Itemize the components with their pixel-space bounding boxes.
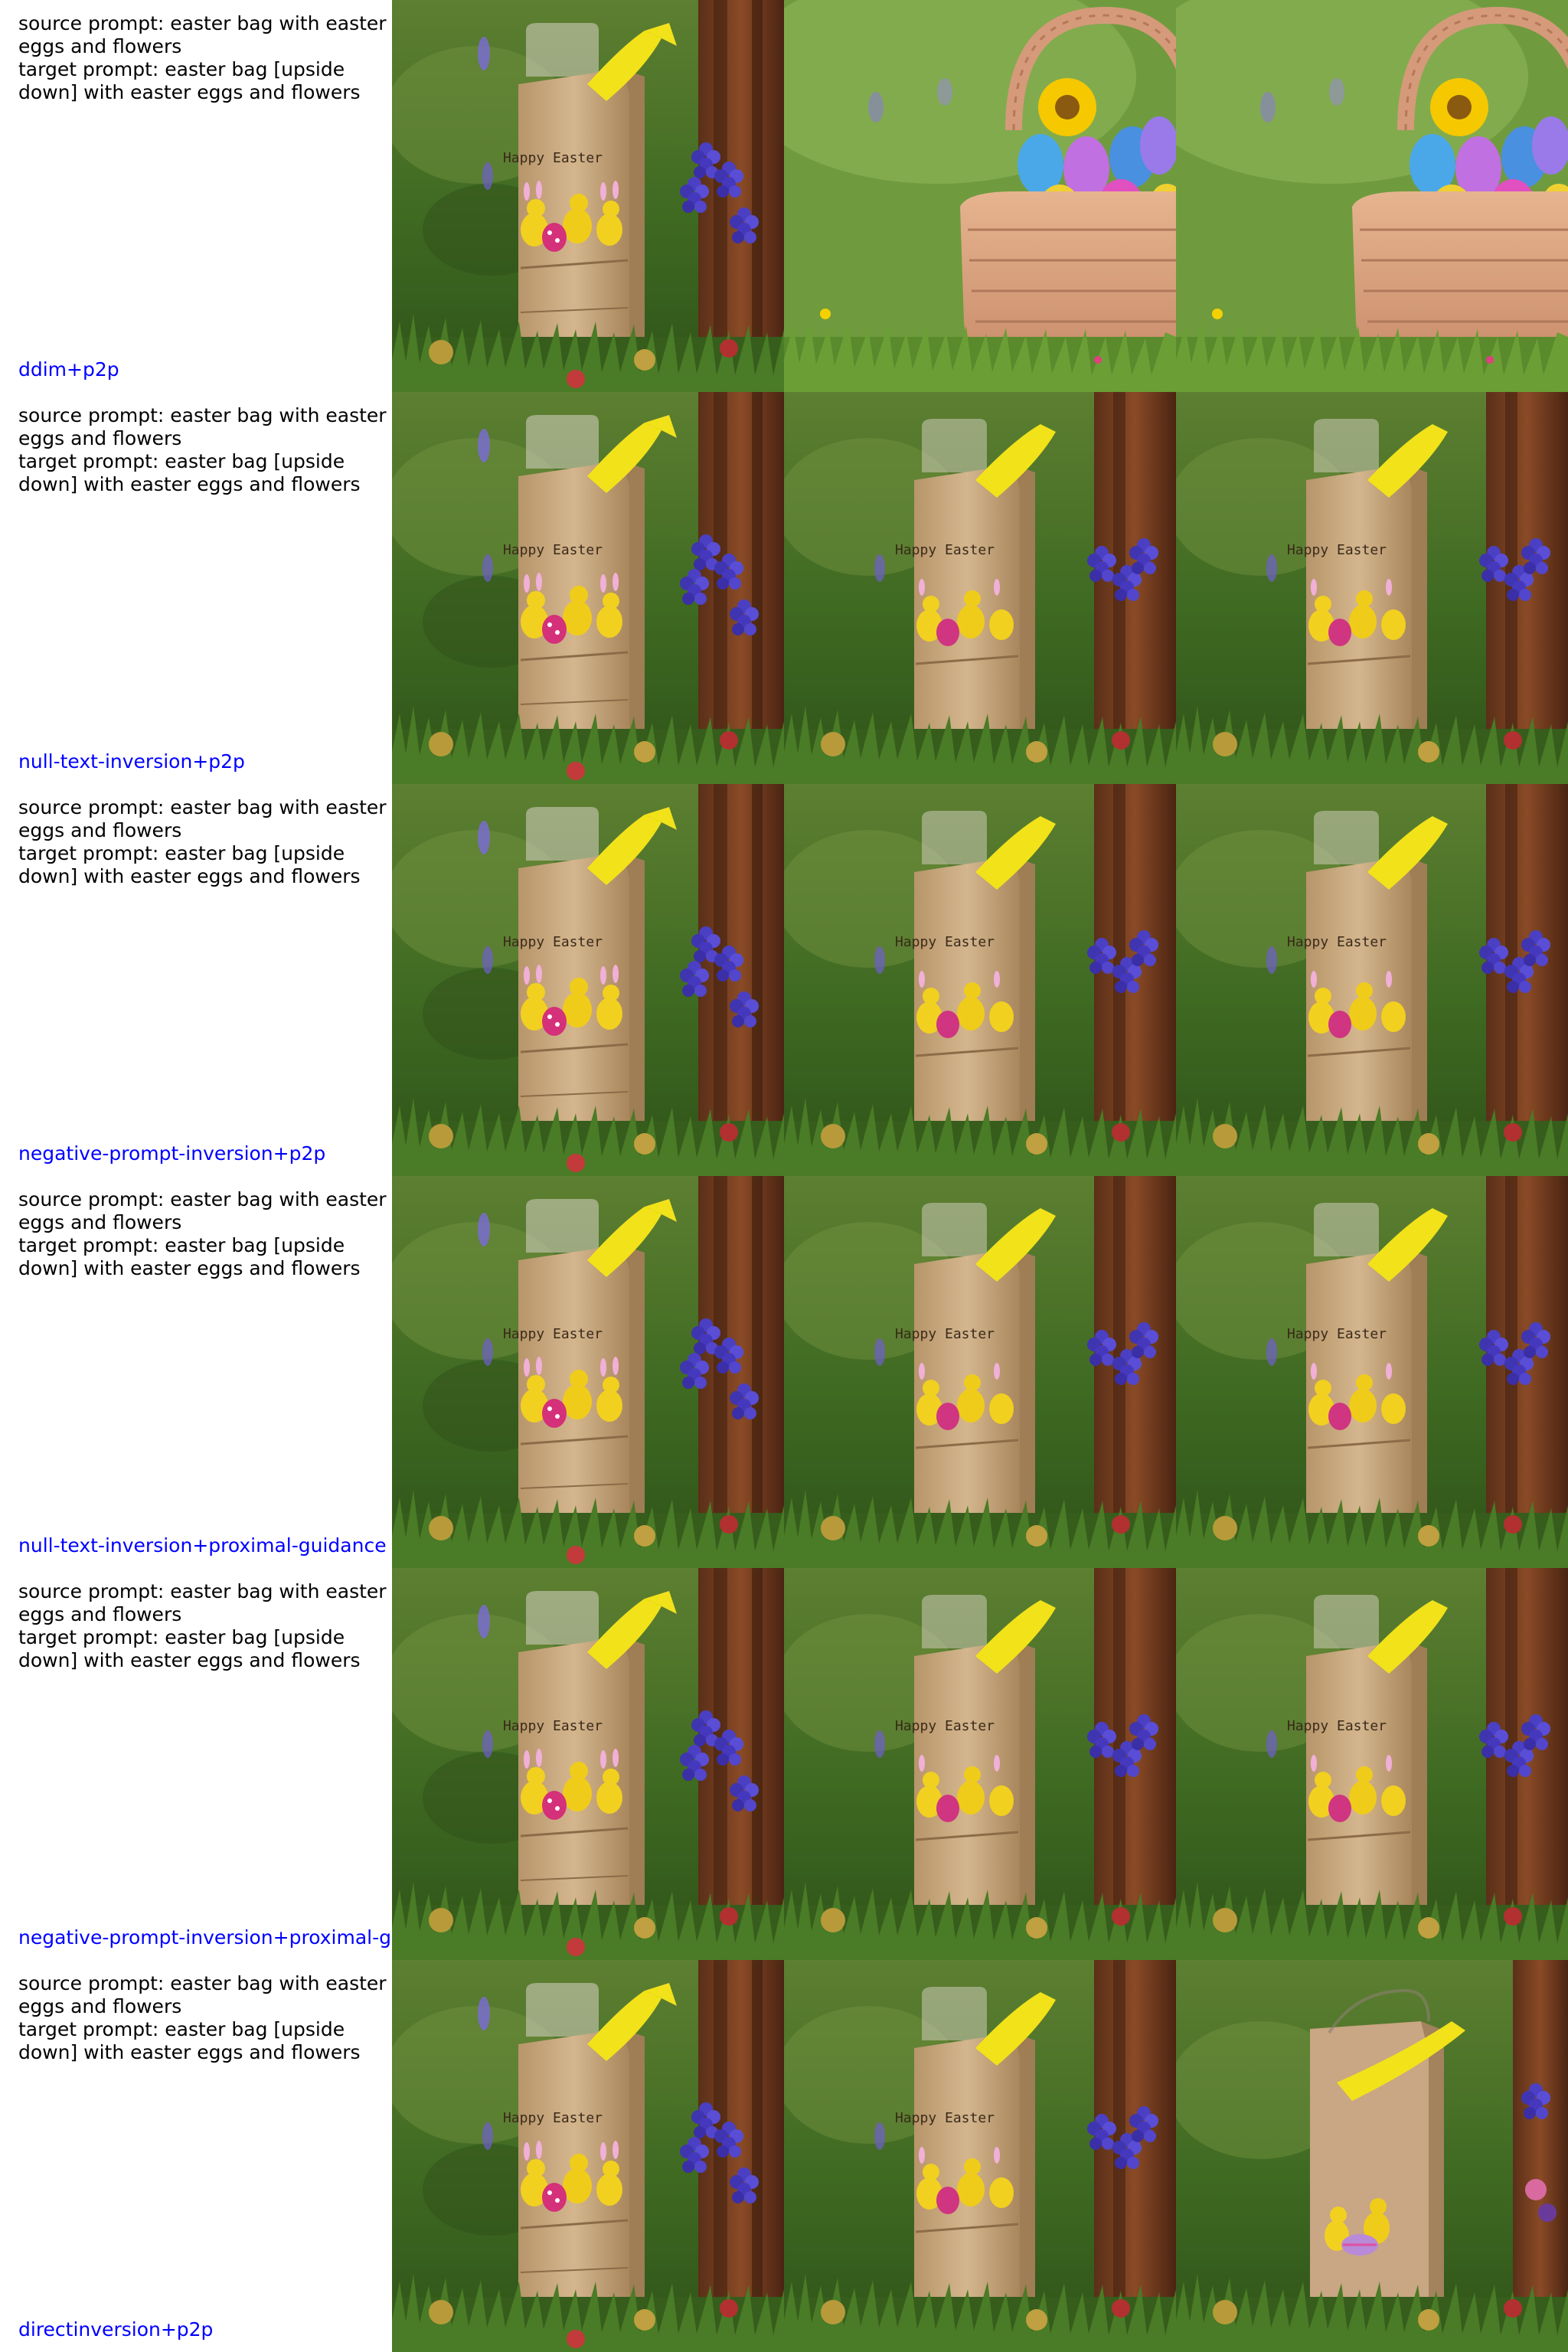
bag-photo: Happy Easter — [1176, 1568, 1568, 1960]
bag-printed-text: Happy Easter — [895, 1326, 995, 1342]
source-prompt: source prompt: easter bag with easter eg… — [18, 1188, 387, 1233]
comparison-row-negative-prompt-inversion-proximal-guidance: source prompt: easter bag with easter eg… — [0, 1568, 1568, 1960]
bag-photo: Happy Easter — [784, 784, 1176, 1176]
basket-photo — [1176, 0, 1568, 392]
edited-image-2 — [1176, 0, 1568, 392]
prompt-text: source prompt: easter bag with easter eg… — [18, 12, 390, 104]
edited-image-1: Happy Easter — [784, 1176, 1176, 1568]
label-column: source prompt: easter bag with easter eg… — [0, 0, 392, 392]
bag-printed-text: Happy Easter — [895, 934, 995, 950]
prompt-text: source prompt: easter bag with easter eg… — [18, 796, 390, 888]
bag-plain-photo — [1176, 1960, 1568, 2352]
bag-printed-text: Happy Easter — [503, 934, 603, 950]
comparison-row-ddim-p2p: source prompt: easter bag with easter eg… — [0, 0, 1568, 392]
source-image: Happy Easter — [392, 784, 784, 1176]
method-label: directinversion+p2p — [18, 2318, 214, 2341]
prompt-text: source prompt: easter bag with easter eg… — [18, 1972, 390, 2064]
bag-printed-text: Happy Easter — [895, 542, 995, 558]
edited-image-1: Happy Easter — [784, 392, 1176, 784]
bag-printed-text: Happy Easter — [895, 2110, 995, 2126]
edited-image-2: Happy Easter — [1176, 784, 1568, 1176]
edited-image-2 — [1176, 1960, 1568, 2352]
source-image: Happy Easter — [392, 392, 784, 784]
bag-printed-text: Happy Easter — [503, 1326, 603, 1342]
source-image: Happy Easter — [392, 0, 784, 392]
target-prompt: target prompt: easter bag [upside down] … — [18, 58, 361, 103]
edited-image-1: Happy Easter — [784, 1568, 1176, 1960]
bag-printed-text: Happy Easter — [895, 1718, 995, 1734]
source-prompt: source prompt: easter bag with easter eg… — [18, 1580, 387, 1625]
source-prompt: source prompt: easter bag with easter eg… — [18, 796, 387, 841]
comparison-row-null-text-inversion-p2p: source prompt: easter bag with easter eg… — [0, 392, 1568, 784]
bag-photo: Happy Easter — [784, 1568, 1176, 1960]
label-column: source prompt: easter bag with easter eg… — [0, 392, 392, 784]
edited-image-1: Happy Easter — [784, 784, 1176, 1176]
source-prompt: source prompt: easter bag with easter eg… — [18, 12, 387, 57]
bag-printed-text: Happy Easter — [1287, 1718, 1387, 1734]
bag-photo: Happy Easter — [1176, 392, 1568, 784]
bag-printed-text: Happy Easter — [503, 542, 603, 558]
comparison-row-directinversion-p2p: source prompt: easter bag with easter eg… — [0, 1960, 1568, 2352]
target-prompt: target prompt: easter bag [upside down] … — [18, 842, 361, 887]
basket-photo — [784, 0, 1176, 392]
label-column: source prompt: easter bag with easter eg… — [0, 1960, 392, 2352]
prompt-text: source prompt: easter bag with easter eg… — [18, 404, 390, 496]
bag-printed-text: Happy Easter — [503, 150, 603, 166]
bag-photo: Happy Easter — [784, 1176, 1176, 1568]
label-column: source prompt: easter bag with easter eg… — [0, 1568, 392, 1960]
edited-image-1: Happy Easter — [784, 1960, 1176, 2352]
comparison-row-negative-prompt-inversion-p2p: source prompt: easter bag with easter eg… — [0, 784, 1568, 1176]
comparison-row-null-text-inversion-proximal-guidance: source prompt: easter bag with easter eg… — [0, 1176, 1568, 1568]
bag-printed-text: Happy Easter — [503, 2110, 603, 2126]
source-prompt: source prompt: easter bag with easter eg… — [18, 1972, 387, 2017]
method-label: null-text-inversion+p2p — [18, 750, 245, 773]
method-label: ddim+p2p — [18, 358, 119, 381]
target-prompt: target prompt: easter bag [upside down] … — [18, 2018, 361, 2063]
label-column: source prompt: easter bag with easter eg… — [0, 784, 392, 1176]
bag-photo: Happy Easter — [392, 784, 784, 1176]
bag-printed-text: Happy Easter — [1287, 934, 1387, 950]
bag-photo: Happy Easter — [392, 1960, 784, 2352]
bag-photo: Happy Easter — [784, 392, 1176, 784]
bag-photo: Happy Easter — [392, 0, 784, 392]
method-label: negative-prompt-inversion+proximal-g — [18, 1926, 391, 1949]
bag-photo: Happy Easter — [784, 1960, 1176, 2352]
bag-photo: Happy Easter — [1176, 1176, 1568, 1568]
source-image: Happy Easter — [392, 1176, 784, 1568]
target-prompt: target prompt: easter bag [upside down] … — [18, 1234, 361, 1279]
method-label: null-text-inversion+proximal-guidance — [18, 1534, 387, 1557]
source-prompt: source prompt: easter bag with easter eg… — [18, 404, 387, 449]
bag-printed-text: Happy Easter — [1287, 1326, 1387, 1342]
target-prompt: target prompt: easter bag [upside down] … — [18, 450, 361, 495]
bag-photo: Happy Easter — [392, 392, 784, 784]
bag-photo: Happy Easter — [1176, 784, 1568, 1176]
edited-image-2: Happy Easter — [1176, 1176, 1568, 1568]
edited-image-2: Happy Easter — [1176, 392, 1568, 784]
source-image: Happy Easter — [392, 1568, 784, 1960]
method-label: negative-prompt-inversion+p2p — [18, 1142, 326, 1165]
edited-image-1 — [784, 0, 1176, 392]
edited-image-2: Happy Easter — [1176, 1568, 1568, 1960]
source-image: Happy Easter — [392, 1960, 784, 2352]
bag-photo: Happy Easter — [392, 1568, 784, 1960]
prompt-text: source prompt: easter bag with easter eg… — [18, 1580, 390, 1672]
bag-photo: Happy Easter — [392, 1176, 784, 1568]
prompt-text: source prompt: easter bag with easter eg… — [18, 1188, 390, 1280]
target-prompt: target prompt: easter bag [upside down] … — [18, 1626, 361, 1671]
bag-printed-text: Happy Easter — [1287, 542, 1387, 558]
label-column: source prompt: easter bag with easter eg… — [0, 1176, 392, 1568]
bag-printed-text: Happy Easter — [503, 1718, 603, 1734]
